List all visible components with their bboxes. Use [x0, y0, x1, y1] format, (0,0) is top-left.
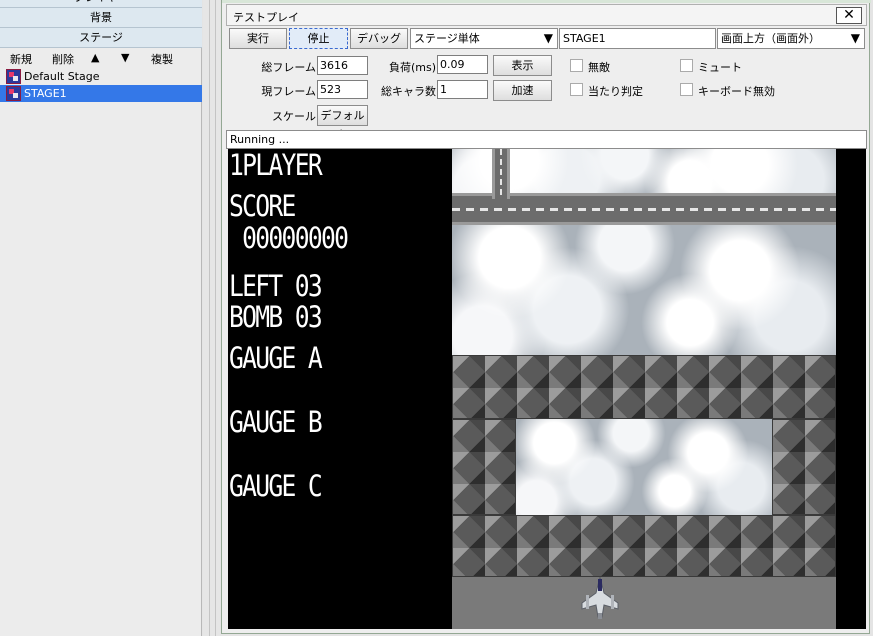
player-ship-icon — [581, 576, 619, 619]
stage-section-header[interactable]: ステージ — [0, 28, 202, 48]
move-up-button[interactable]: ▲ — [91, 51, 99, 64]
hud-gauge-b: GAUGE B — [229, 405, 323, 439]
window-frame — [222, 0, 871, 3]
chevron-down-icon: ▼ — [543, 31, 553, 45]
hud-gauge-a: GAUGE A — [229, 341, 323, 375]
cloud-background — [452, 225, 836, 355]
current-frame-label: 現フレーム — [261, 85, 316, 98]
current-frame-field[interactable]: 523 — [317, 80, 368, 99]
show-button[interactable]: 表示 — [493, 55, 552, 76]
accelerate-button[interactable]: 加速 — [493, 80, 552, 101]
stage-list-item[interactable]: Default Stage — [0, 68, 202, 85]
stop-button[interactable]: 停止 — [289, 28, 348, 49]
background-section-header[interactable]: 背景 — [0, 8, 202, 28]
stage-item-label: Default Stage — [24, 70, 100, 83]
metal-studs-block — [452, 419, 516, 515]
close-button[interactable]: ✕ — [836, 7, 862, 24]
char-count-field[interactable]: 1 — [437, 80, 488, 99]
hitbox-label: 当たり判定 — [588, 85, 643, 98]
window-title: テストプレイ — [233, 11, 299, 24]
stage-icon — [6, 86, 21, 101]
play-mode-select[interactable]: ステージ単体 ▼ — [410, 28, 558, 49]
mute-label: ミュート — [698, 61, 742, 74]
hud-score-label: SCORE — [229, 189, 296, 223]
hud-lives: LEFT 03 — [229, 269, 323, 303]
stage-list: Default Stage STAGE1 — [0, 68, 202, 102]
test-play-window: テストプレイ ✕ 実行 停止 デバッグ ステージ単体 ▼ STAGE1 画面上方… — [221, 0, 871, 634]
stage-list-item[interactable]: STAGE1 — [0, 85, 202, 102]
ground-floor — [452, 577, 836, 629]
playfield — [452, 149, 836, 629]
hud-score-value: 00000000 — [229, 221, 349, 255]
debug-button[interactable]: デバッグ — [350, 28, 408, 49]
run-button[interactable]: 実行 — [229, 28, 287, 49]
stage-item-label: STAGE1 — [24, 87, 67, 100]
stage-select-value: STAGE1 — [563, 32, 606, 45]
play-mode-value: ステージ単体 — [414, 32, 480, 45]
metal-studs-block — [452, 515, 836, 577]
metal-studs-block — [452, 355, 836, 419]
total-frames-label: 総フレーム — [261, 61, 316, 74]
delete-stage-button[interactable]: 削除 — [52, 51, 74, 67]
hud-player: 1PLAYER — [229, 149, 323, 182]
start-position-select[interactable]: 画面上方（画面外） ▼ — [717, 28, 865, 49]
window-titlebar[interactable]: テストプレイ ✕ — [226, 4, 867, 26]
duplicate-stage-button[interactable]: 複製 — [151, 51, 173, 67]
stage-toolbar: 新規 削除 ▲ ▼ 複製 — [0, 49, 202, 67]
stage-panel: プレイヤー 背景 ステージ 新規 削除 ▲ ▼ 複製 Default Stage… — [0, 0, 202, 636]
pane-splitter[interactable] — [203, 0, 220, 636]
scale-default-button[interactable]: デフォルト — [317, 105, 368, 141]
cloud-background — [516, 419, 772, 515]
game-screen[interactable]: 1PLAYER SCORE 00000000 LEFT 03 BOMB 03 G… — [228, 149, 866, 629]
total-frames-field[interactable]: 3616 — [317, 56, 368, 75]
mute-checkbox[interactable] — [680, 59, 693, 72]
new-stage-button[interactable]: 新規 — [10, 51, 32, 67]
chevron-down-icon: ▼ — [850, 31, 860, 45]
keyboard-disable-label: キーボード無効 — [698, 85, 775, 98]
screen-margin — [836, 149, 866, 629]
stage-select[interactable]: STAGE1 — [559, 28, 716, 49]
player-section-header[interactable]: プレイヤー — [0, 0, 202, 8]
stage-icon — [6, 69, 21, 84]
keyboard-disable-checkbox[interactable] — [680, 83, 693, 96]
scale-label: スケール — [272, 110, 316, 123]
status-bar: Running ... — [226, 130, 867, 149]
char-count-label: 総キャラ数 — [381, 85, 436, 98]
invincible-checkbox[interactable] — [570, 59, 583, 72]
hitbox-checkbox[interactable] — [570, 83, 583, 96]
move-down-button[interactable]: ▼ — [121, 51, 129, 64]
road-vertical — [492, 149, 510, 199]
metal-studs-block — [772, 419, 836, 515]
load-field[interactable]: 0.09 — [437, 55, 488, 74]
hud-bombs: BOMB 03 — [229, 300, 323, 334]
hud-gauge-c: GAUGE C — [229, 469, 323, 503]
invincible-label: 無敵 — [588, 61, 610, 74]
start-position-value: 画面上方（画面外） — [721, 32, 820, 45]
load-label: 負荷(ms) — [388, 61, 436, 74]
